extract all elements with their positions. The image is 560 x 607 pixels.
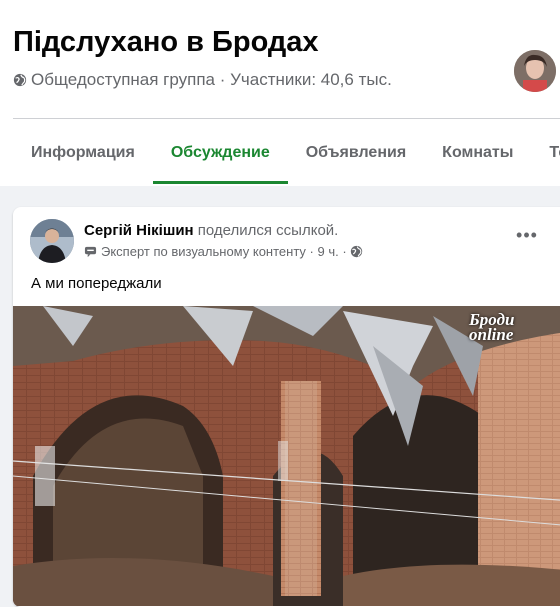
group-meta: Общедоступная группа · Участники: 40,6 т…: [13, 70, 392, 90]
post-subline: Эксперт по визуальному контенту · 9 ч. ·: [84, 244, 363, 259]
tab-rooms[interactable]: Комнаты: [424, 124, 531, 182]
globe-small-icon: [351, 245, 363, 258]
post-action: поделился ссылкой.: [197, 222, 339, 239]
globe-icon: [13, 73, 27, 87]
author-avatar[interactable]: [30, 219, 74, 263]
member-avatar[interactable]: [512, 48, 558, 94]
post-time[interactable]: 9 ч.: [318, 244, 339, 259]
separator: ·: [338, 244, 351, 259]
group-header: Підслухано в Бродах Общедоступная группа…: [0, 0, 560, 186]
tab-announcements[interactable]: Объявления: [288, 124, 424, 182]
post-author[interactable]: Сергій Нікішин: [84, 222, 194, 239]
header-divider: [13, 118, 560, 119]
group-title[interactable]: Підслухано в Бродах: [13, 26, 319, 59]
tab-truncated[interactable]: Те: [531, 124, 560, 182]
tab-discussion[interactable]: Обсуждение: [152, 124, 288, 184]
watermark-line2: online: [469, 325, 514, 344]
post-author-line: Сергій Нікішин поделился ссылкой.: [84, 222, 338, 239]
separator: ·: [305, 244, 318, 259]
group-meta-text: Общедоступная группа · Участники: 40,6 т…: [31, 70, 392, 89]
watermark: Броди online: [469, 311, 514, 344]
post-badge[interactable]: Эксперт по визуальному контенту: [101, 244, 306, 259]
tab-info[interactable]: Информация: [13, 124, 153, 182]
post-image[interactable]: Броди online: [13, 306, 560, 606]
group-tabs: Информация Обсуждение Объявления Комнаты…: [13, 124, 560, 186]
post-text: А ми попереджали: [31, 275, 162, 292]
more-options-icon[interactable]: •••: [513, 225, 541, 253]
feed-post: Сергій Нікішин поделился ссылкой. Экспер…: [13, 207, 560, 607]
ruined-church-photo: [13, 306, 560, 606]
expert-badge-icon: [84, 246, 97, 258]
